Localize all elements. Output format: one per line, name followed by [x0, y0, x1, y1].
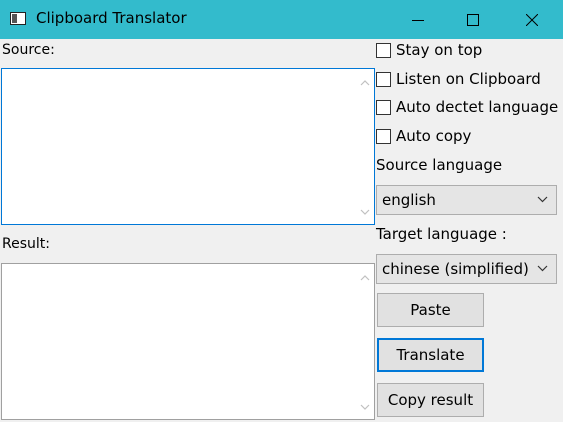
- checkbox-box[interactable]: [376, 99, 391, 115]
- app-window-icon: [10, 12, 26, 25]
- chevron-down-icon: [537, 265, 548, 272]
- paste-button[interactable]: Paste: [377, 293, 484, 327]
- close-icon: [526, 14, 538, 26]
- app-window: Clipboard Translator Source: Result: Sta…: [0, 0, 563, 422]
- translate-button[interactable]: Translate: [377, 338, 484, 372]
- maximize-button[interactable]: [450, 0, 496, 39]
- window-title: Clipboard Translator: [36, 9, 187, 27]
- auto-detect-checkbox[interactable]: Auto dectet language: [376, 97, 558, 117]
- minimize-icon: [412, 20, 424, 21]
- source-language-select[interactable]: english: [376, 185, 557, 215]
- stay-on-top-checkbox[interactable]: Stay on top: [376, 40, 482, 60]
- listen-clipboard-checkbox[interactable]: Listen on Clipboard: [376, 69, 541, 89]
- stay-on-top-label: Stay on top: [396, 41, 483, 59]
- target-language-label: Target language :: [376, 225, 507, 243]
- result-scroll-down-icon[interactable]: [360, 403, 370, 411]
- maximize-icon: [467, 14, 479, 26]
- source-scroll-down-icon[interactable]: [360, 208, 370, 216]
- minimize-button[interactable]: [395, 0, 441, 39]
- source-language-label: Source language: [376, 156, 503, 174]
- source-label: Source:: [2, 42, 55, 58]
- title-bar[interactable]: Clipboard Translator: [0, 0, 563, 39]
- checkbox-box[interactable]: [376, 42, 391, 58]
- result-label: Result:: [2, 236, 50, 252]
- auto-detect-label: Auto dectet language: [396, 98, 559, 116]
- close-button[interactable]: [509, 0, 555, 39]
- source-scroll-up-icon[interactable]: [360, 79, 370, 87]
- chevron-down-icon: [537, 196, 548, 203]
- checkbox-box[interactable]: [376, 128, 391, 144]
- source-language-value: english: [382, 191, 436, 209]
- auto-copy-label: Auto copy: [396, 127, 472, 145]
- result-scroll-up-icon[interactable]: [360, 274, 370, 282]
- result-textarea[interactable]: [1, 263, 375, 420]
- listen-clipboard-label: Listen on Clipboard: [396, 70, 541, 88]
- auto-copy-checkbox[interactable]: Auto copy: [376, 126, 471, 146]
- source-textarea[interactable]: [1, 68, 375, 225]
- copy-result-button[interactable]: Copy result: [377, 383, 484, 417]
- checkbox-box[interactable]: [376, 71, 391, 87]
- target-language-value: chinese (simplified): [382, 260, 529, 278]
- target-language-select[interactable]: chinese (simplified): [376, 254, 557, 284]
